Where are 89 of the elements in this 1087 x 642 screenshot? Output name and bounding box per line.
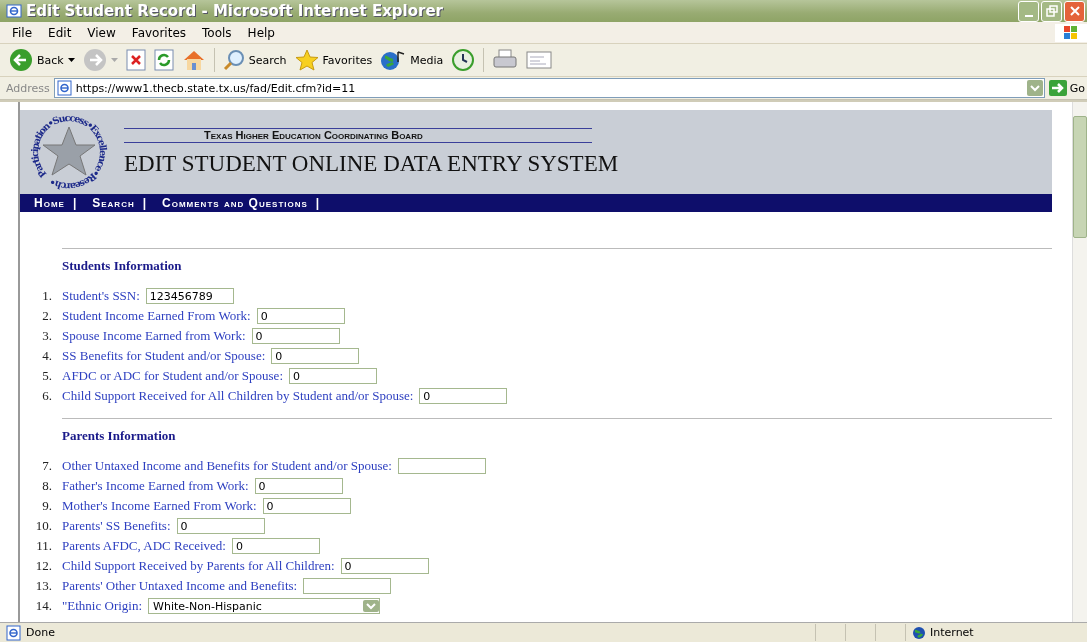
input-field[interactable]: 0	[231, 538, 320, 554]
field-label: Father's Income Earned from Work:	[62, 478, 249, 494]
search-button[interactable]: Search	[219, 47, 290, 73]
nav-separator: |	[142, 196, 147, 210]
nav-link[interactable]: Comments and Questions	[162, 196, 308, 210]
item-number: 10.	[34, 518, 52, 534]
item-number: 4.	[41, 348, 52, 364]
organization-name: Texas Higher Education Coordinating Board	[124, 127, 592, 143]
star-icon	[294, 49, 319, 71]
vertical-scrollbar[interactable]	[1072, 102, 1087, 622]
stop-icon	[125, 49, 146, 71]
close-icon	[1068, 5, 1081, 17]
address-label: Address	[6, 81, 50, 95]
go-arrow-icon	[1048, 80, 1067, 96]
system-title: EDIT STUDENT ONLINE DATA ENTRY SYSTEM	[124, 150, 619, 177]
field-label: SS Benefits for Student and/or Spouse:	[62, 348, 266, 364]
field-label: Student's SSN:	[62, 288, 140, 304]
dropdown-arrow-icon	[363, 600, 380, 612]
section-heading: Students Information	[62, 258, 183, 274]
item-number: 9.	[41, 498, 52, 514]
menu-item[interactable]: File	[4, 25, 41, 40]
dropdown-caret-icon	[67, 58, 75, 62]
input-field[interactable]: 0	[176, 518, 265, 534]
section-heading: Parents Information	[62, 428, 177, 444]
close-button[interactable]	[1064, 0, 1085, 22]
nav-separator: |	[315, 196, 320, 210]
input-field[interactable]: 0	[289, 368, 377, 384]
minimize-icon	[1024, 14, 1033, 17]
field-label: Parents' SS Benefits:	[62, 518, 171, 534]
search-icon	[222, 49, 245, 71]
globe-icon	[912, 625, 926, 640]
item-number: 14.	[34, 598, 52, 614]
item-number: 1.	[41, 288, 52, 304]
minimize-button[interactable]	[1018, 0, 1039, 22]
edit-page-icon	[526, 50, 553, 70]
status-text: Done	[26, 626, 56, 639]
globe-music-icon	[380, 49, 407, 71]
zone-label: Internet	[930, 626, 974, 639]
input-field[interactable]: 0	[419, 388, 508, 404]
menu-item[interactable]: Edit	[40, 25, 80, 40]
menu-item[interactable]: Favorites	[123, 25, 195, 40]
input-field[interactable]	[303, 578, 392, 594]
item-number: 2.	[41, 308, 52, 324]
input-field[interactable]: 123456789	[145, 288, 234, 304]
nav-link[interactable]: Home	[34, 196, 65, 210]
nav-separator: |	[72, 196, 77, 210]
field-label: Student Income Earned From Work:	[62, 308, 251, 324]
go-button[interactable]: Go	[1048, 80, 1085, 96]
restore-button[interactable]	[1041, 0, 1062, 22]
printer-icon	[492, 49, 519, 71]
field-label: Parents' Other Untaxed Income and Benefits:	[62, 578, 298, 594]
field-label: "Ethnic Origin:	[62, 598, 143, 614]
menu-item[interactable]: Tools	[194, 25, 240, 40]
input-field[interactable]: 0	[271, 348, 360, 364]
input-field[interactable]: 0	[254, 478, 343, 494]
field-label: Child Support Received by Parents for All Children:	[62, 558, 335, 574]
input-field[interactable]: 0	[251, 328, 340, 344]
window-title: Edit Student Record - Microsoft Internet Explorer	[26, 2, 444, 20]
input-field[interactable]: 0	[256, 308, 345, 324]
dropdown-caret-icon	[110, 58, 118, 62]
input-field[interactable]: 0	[340, 558, 429, 574]
item-number: 11.	[35, 538, 52, 554]
item-number: 7.	[41, 458, 52, 474]
media-button[interactable]: Media	[377, 47, 447, 73]
field-label: Mother's Income Earned From Work:	[62, 498, 257, 514]
nav-link[interactable]: Search	[92, 196, 135, 210]
item-number: 6.	[41, 388, 52, 404]
history-clock-icon	[451, 48, 476, 72]
refresh-icon	[153, 49, 174, 71]
back-button[interactable]: Back	[6, 46, 78, 74]
field-label: Parents AFDC, ADC Received:	[62, 538, 226, 554]
field-label: Child Support Received for All Children by Student and/or Spouse:	[62, 388, 414, 404]
dropdown-field[interactable]: White-Non-Hispanic	[148, 598, 381, 614]
menu-item[interactable]: View	[79, 25, 124, 40]
item-number: 12.	[34, 558, 52, 574]
input-field[interactable]	[398, 458, 486, 474]
field-label: AFDC or ADC for Student and/or Spouse:	[62, 368, 283, 384]
address-field[interactable]: https://www1.thecb.state.tx.us/fad/Edit.cfm?id=11	[53, 78, 1045, 98]
input-field[interactable]: 0	[262, 498, 351, 514]
item-number: 13.	[34, 578, 52, 594]
favorites-button[interactable]: Favorites	[291, 47, 376, 73]
item-number: 8.	[41, 478, 52, 494]
item-number: 3.	[41, 328, 52, 344]
field-label: Spouse Income Earned from Work:	[62, 328, 246, 344]
menu-item[interactable]: Help	[239, 25, 283, 40]
restore-icon	[1045, 5, 1058, 17]
windows-logo-icon	[1055, 23, 1087, 42]
field-label: Other Untaxed Income and Benefits for Student and/or Spouse:	[62, 458, 392, 474]
item-number: 5.	[41, 368, 52, 384]
